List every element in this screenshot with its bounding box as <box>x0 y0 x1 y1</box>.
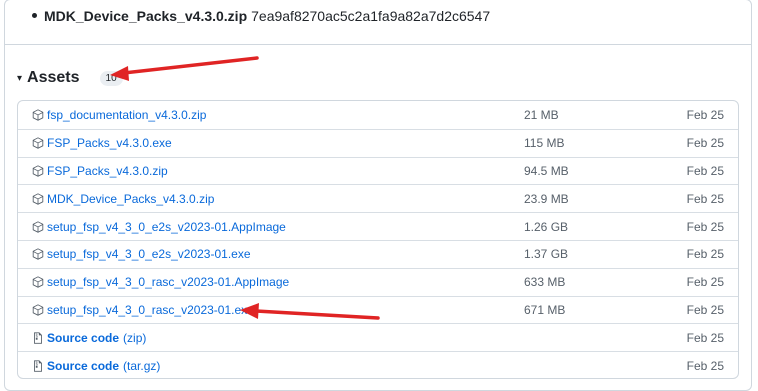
source-format: (tar.gz) <box>123 358 161 373</box>
asset-size: 671 MB <box>524 302 566 317</box>
asset-link[interactable]: setup_fsp_v4_3_0_rasc_v2023-01.AppImage <box>47 275 289 289</box>
package-icon <box>32 137 44 149</box>
asset-row: setup_fsp_v4_3_0_e2s_v2023-01.exe 1.37 G… <box>18 239 738 268</box>
package-icon <box>32 220 44 233</box>
asset-row: fsp_documentation_v4.3.0.zip 21 MB Feb 2… <box>18 101 738 129</box>
package-icon <box>32 109 44 121</box>
checksum-line: MDK_Device_Packs_v4.3.0.zip 7ea9af8270ac… <box>32 6 490 26</box>
source-row: Source code (tar.gz) Feb 25 <box>18 351 738 378</box>
asset-link[interactable]: setup_fsp_v4_3_0_rasc_v2023-01.exe <box>47 303 254 317</box>
asset-row: FSP_Packs_v4.3.0.exe 115 MB Feb 25 <box>18 128 738 157</box>
package-icon <box>32 276 44 288</box>
asset-date: Feb 25 <box>686 358 724 373</box>
asset-size: 94.5 MB <box>524 163 569 178</box>
asset-link[interactable]: setup_fsp_v4_3_0_e2s_v2023-01.AppImage <box>47 220 286 234</box>
asset-link[interactable]: FSP_Packs_v4.3.0.zip <box>47 164 168 178</box>
package-icon <box>32 304 44 316</box>
assets-toggle[interactable]: ▾ Assets 10 <box>17 67 123 89</box>
asset-size: 21 MB <box>524 107 559 122</box>
asset-size: 23.9 MB <box>524 191 569 206</box>
asset-date: Feb 25 <box>686 136 724 151</box>
source-row: Source code (zip) Feb 25 <box>18 323 738 351</box>
source-name: Source code <box>47 330 120 345</box>
asset-date: Feb 25 <box>686 247 724 262</box>
asset-link[interactable]: fsp_documentation_v4.3.0.zip <box>47 108 206 122</box>
checksum-filename: MDK_Device_Packs_v4.3.0.zip <box>44 8 248 24</box>
asset-link[interactable]: FSP_Packs_v4.3.0.exe <box>47 136 172 150</box>
asset-size: 1.26 GB <box>524 219 569 234</box>
checksum-hash: 7ea9af8270ac5c2a1fa9a82a7d2c6547 <box>251 8 491 24</box>
asset-date: Feb 25 <box>686 219 724 234</box>
file-zip-icon <box>34 332 42 344</box>
assets-count-badge: 10 <box>99 70 123 86</box>
package-icon <box>32 248 44 261</box>
package-icon <box>32 193 44 205</box>
asset-date: Feb 25 <box>686 302 724 317</box>
asset-date: Feb 25 <box>686 191 724 206</box>
assets-title: Assets <box>27 69 80 86</box>
asset-row: setup_fsp_v4_3_0_rasc_v2023-01.AppImage … <box>18 267 738 296</box>
assets-list: fsp_documentation_v4.3.0.zip 21 MB Feb 2… <box>17 100 739 379</box>
asset-row: setup_fsp_v4_3_0_rasc_v2023-01.exe 671 M… <box>18 295 738 324</box>
asset-date: Feb 25 <box>686 107 724 122</box>
source-link[interactable]: Source code (zip) <box>47 331 146 345</box>
asset-link[interactable]: setup_fsp_v4_3_0_e2s_v2023-01.exe <box>47 247 251 261</box>
asset-row: FSP_Packs_v4.3.0.zip 94.5 MB Feb 25 <box>18 156 738 185</box>
asset-row: setup_fsp_v4_3_0_e2s_v2023-01.AppImage 1… <box>18 212 738 240</box>
asset-size: 633 MB <box>524 275 566 290</box>
asset-date: Feb 25 <box>686 330 724 345</box>
source-link[interactable]: Source code (tar.gz) <box>47 359 160 373</box>
asset-date: Feb 25 <box>686 163 724 178</box>
divider <box>4 44 752 45</box>
asset-size: 115 MB <box>524 136 565 151</box>
asset-link[interactable]: MDK_Device_Packs_v4.3.0.zip <box>47 192 214 206</box>
file-zip-icon <box>34 359 42 372</box>
asset-date: Feb 25 <box>686 275 724 290</box>
source-name: Source code <box>47 358 120 373</box>
asset-row: MDK_Device_Packs_v4.3.0.zip 23.9 MB Feb … <box>18 184 738 212</box>
asset-size: 1.37 GB <box>524 247 569 262</box>
caret-down-icon: ▾ <box>17 72 23 84</box>
source-format: (zip) <box>123 330 147 345</box>
package-icon <box>32 165 44 177</box>
